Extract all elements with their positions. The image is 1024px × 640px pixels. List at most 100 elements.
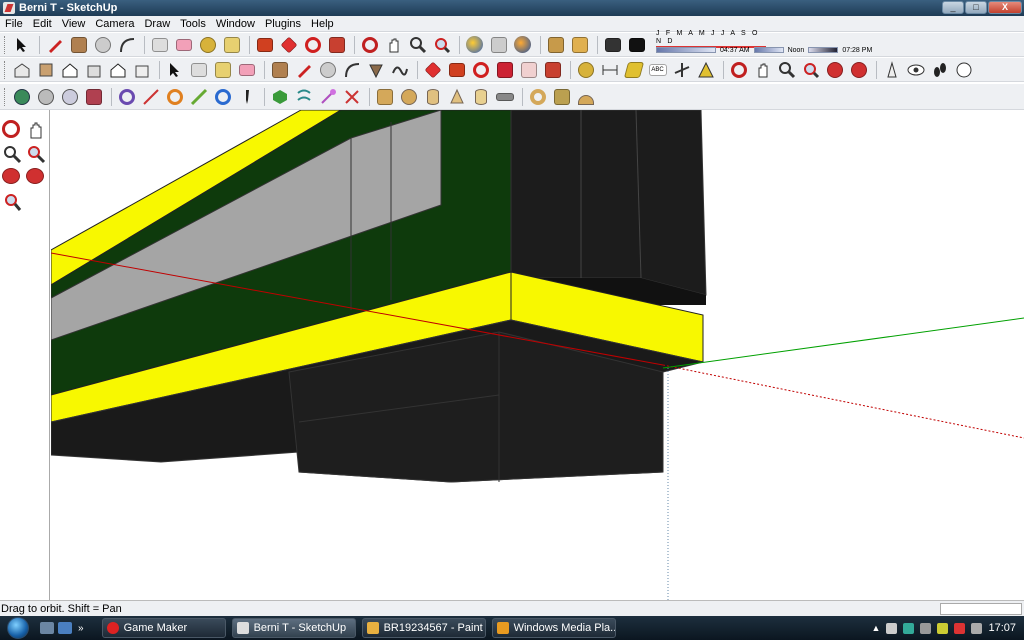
switch-windows-icon[interactable] [58, 622, 72, 634]
pan-icon[interactable] [26, 120, 46, 140]
follow-me-icon[interactable] [494, 59, 515, 80]
intersect-icon[interactable] [116, 86, 137, 107]
menu-draw[interactable]: Draw [139, 18, 175, 30]
offset-icon[interactable] [326, 34, 347, 55]
play-animation-icon[interactable] [11, 86, 32, 107]
back-view-icon[interactable] [107, 59, 128, 80]
arc-icon[interactable] [116, 34, 137, 55]
tape-measure-icon[interactable] [197, 34, 218, 55]
rotate-icon[interactable] [470, 59, 491, 80]
rewind-icon[interactable] [35, 86, 56, 107]
dynamic-component-icon[interactable] [569, 34, 590, 55]
zoom-icon[interactable] [2, 144, 22, 164]
push-pull-icon[interactable] [446, 59, 467, 80]
clock[interactable]: 17:07 [988, 622, 1016, 634]
share-model-icon[interactable] [488, 34, 509, 55]
network-icon[interactable] [920, 622, 932, 634]
text-icon[interactable]: ABC [647, 59, 668, 80]
walk-icon[interactable] [929, 59, 950, 80]
section-plane-icon[interactable] [953, 59, 974, 80]
iso-view-icon[interactable] [11, 59, 32, 80]
polygon-icon[interactable] [365, 59, 386, 80]
toolbar-grip[interactable] [4, 87, 7, 106]
get-models-icon[interactable] [464, 34, 485, 55]
select-icon[interactable] [11, 34, 32, 55]
left-view-icon[interactable] [131, 59, 152, 80]
zoom-window-icon[interactable] [800, 59, 821, 80]
zoom-window-icon[interactable] [26, 144, 46, 164]
materials-icon[interactable] [83, 86, 104, 107]
paint-bucket-icon[interactable] [212, 59, 233, 80]
task-paint[interactable]: BR19234567 - Paint [361, 618, 486, 638]
shadow-settings-icon[interactable] [602, 34, 623, 55]
select-icon[interactable] [164, 59, 185, 80]
toolbar-grip[interactable] [4, 35, 7, 54]
menu-help[interactable]: Help [306, 18, 339, 30]
tray-icon[interactable] [903, 622, 915, 634]
tray-expand-icon[interactable]: ▲ [872, 623, 881, 633]
start-button[interactable] [0, 616, 36, 640]
protractor-icon[interactable] [623, 59, 644, 80]
axes-icon[interactable] [671, 59, 692, 80]
plate-icon[interactable] [494, 86, 515, 107]
toolbar-grip[interactable] [4, 60, 7, 79]
time-slider-end[interactable] [808, 47, 839, 53]
menu-plugins[interactable]: Plugins [260, 18, 306, 30]
freehand-icon[interactable] [389, 59, 410, 80]
pan-icon[interactable] [383, 34, 404, 55]
dimension-icon[interactable] [599, 59, 620, 80]
3d-viewport[interactable] [51, 110, 1024, 600]
box-icon[interactable] [374, 86, 395, 107]
push-pull-icon[interactable] [254, 34, 275, 55]
cone-icon[interactable] [446, 86, 467, 107]
sketchup-app-icon[interactable] [3, 2, 15, 14]
next-view-icon[interactable] [848, 59, 869, 80]
eraser-icon[interactable] [173, 34, 194, 55]
menu-view[interactable]: View [57, 18, 91, 30]
google-earth-icon[interactable] [512, 34, 533, 55]
circle-icon[interactable] [92, 34, 113, 55]
scale-icon[interactable] [518, 59, 539, 80]
layers-icon[interactable] [59, 86, 80, 107]
3d-text-icon[interactable] [695, 59, 716, 80]
offset-icon[interactable] [542, 59, 563, 80]
soften-edges-icon[interactable] [293, 86, 314, 107]
time-slider-mid[interactable] [753, 47, 784, 53]
show-desktop-icon[interactable] [40, 622, 54, 634]
pencil-green-icon[interactable] [188, 86, 209, 107]
make-component-icon[interactable] [149, 34, 170, 55]
torus-icon[interactable] [527, 86, 548, 107]
pan-icon[interactable] [752, 59, 773, 80]
prism-icon[interactable] [551, 86, 572, 107]
green-shape-icon[interactable] [269, 86, 290, 107]
move-icon[interactable] [422, 59, 443, 80]
tube-icon[interactable] [470, 86, 491, 107]
rectangle-icon[interactable] [269, 59, 290, 80]
month-slider[interactable]: J F M A M J J A S O N D [656, 30, 896, 48]
zoom-extents-icon[interactable] [2, 192, 22, 212]
circle-icon[interactable] [317, 59, 338, 80]
zoom-icon[interactable] [776, 59, 797, 80]
front-view-icon[interactable] [59, 59, 80, 80]
previous-view-icon[interactable] [2, 168, 22, 188]
look-around-icon[interactable] [905, 59, 926, 80]
orbit-icon[interactable] [728, 59, 749, 80]
menu-window[interactable]: Window [211, 18, 260, 30]
previous-view-icon[interactable] [824, 59, 845, 80]
orbit-icon[interactable] [359, 34, 380, 55]
minimize-button[interactable]: _ [942, 1, 964, 14]
brush-icon[interactable] [236, 86, 257, 107]
measurements-box[interactable] [940, 603, 1022, 615]
paint-bucket-icon[interactable] [221, 34, 242, 55]
make-component-icon[interactable] [188, 59, 209, 80]
tray-icon[interactable] [886, 622, 898, 634]
refresh-icon[interactable] [164, 86, 185, 107]
draw-line-icon[interactable] [140, 86, 161, 107]
task-game-maker[interactable]: Game Maker [101, 618, 226, 638]
magic-wand-icon[interactable] [317, 86, 338, 107]
zoom-icon[interactable] [407, 34, 428, 55]
line-icon[interactable] [293, 59, 314, 80]
next-view-icon[interactable] [26, 168, 46, 188]
sphere-icon[interactable] [398, 86, 419, 107]
pencil-icon[interactable] [44, 34, 65, 55]
